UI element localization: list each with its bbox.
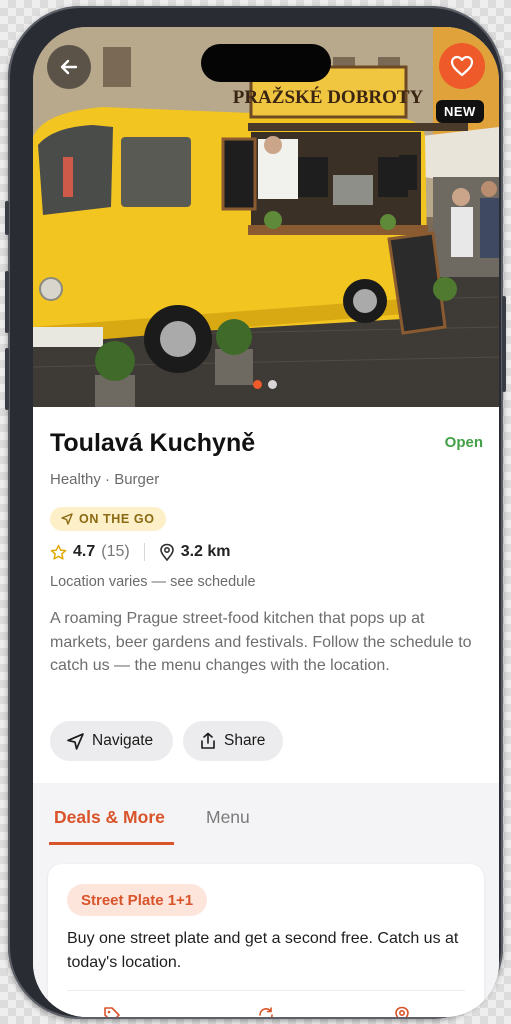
dynamic-island [201,44,331,82]
navigation-arrow-icon [67,732,84,750]
rating-value: 4.7 [73,543,96,560]
navigate-button[interactable]: Navigate [50,721,173,761]
deal-description: Buy one street plate and get a second fr… [67,930,459,971]
carousel-indicator [253,380,277,389]
venue-stats: 4.7 (15) 3.2 km [50,543,231,561]
share-label: Share [224,732,266,749]
navigation-arrow-icon [61,513,73,525]
back-button[interactable] [47,45,91,89]
app-screen: PRAŽSKÉ DOBROTY NEW Toulavá Kuchyně Open… [33,27,499,1017]
venue-name: Toulavá Kuchyně [50,429,256,457]
venue-description: A roaming Prague street-food kitchen tha… [50,610,472,674]
hero-image[interactable]: PRAŽSKÉ DOBROTY NEW [33,27,499,407]
location-pin-icon [159,543,174,561]
tab-menu[interactable]: Menu [206,807,250,828]
phone-frame: PRAŽSKÉ DOBROTY NEW Toulavá Kuchyně Open… [5,6,506,1019]
deals-section: Street Plate 1+1 Buy one street plate an… [33,845,499,1017]
carousel-dot[interactable] [268,380,277,389]
mute-switch [5,201,9,235]
tag-icon [104,1007,120,1017]
new-badge: NEW [436,100,484,123]
on-the-go-label: ON THE GO [79,512,155,526]
open-status: Open [444,434,483,451]
star-icon [50,544,67,560]
volume-down-button [5,348,9,410]
volume-up-button [5,271,9,333]
repeat-icon [259,1007,273,1017]
share-icon [201,732,215,749]
deal-divider [67,990,465,991]
power-button [502,296,506,392]
favorite-button[interactable] [439,43,485,89]
on-the-go-badge: ON THE GO [50,507,166,531]
stats-divider [143,543,145,561]
navigate-label: Navigate [92,732,154,749]
rating-count: (15) [101,543,130,560]
distance-value: 3.2 km [180,543,231,560]
content-tabs: Deals & More Menu [33,783,499,845]
location-pin-icon [395,1006,409,1017]
deal-card[interactable]: Street Plate 1+1 Buy one street plate an… [48,864,484,1017]
venue-info-card: Toulavá Kuchyně Open Healthy · Burger ON… [33,407,499,783]
truck-sign-text: PRAŽSKÉ DOBROTY [233,86,424,108]
carousel-dot-active[interactable] [253,380,262,389]
heart-icon [450,55,474,77]
arrow-left-icon [60,59,78,75]
location-note: Location varies — see schedule [50,574,256,590]
tab-deals-and-more[interactable]: Deals & More [54,807,165,828]
share-button[interactable]: Share [183,721,283,761]
deal-title: Street Plate 1+1 [67,884,208,916]
venue-categories: Healthy · Burger [50,471,160,488]
food-truck-photo: PRAŽSKÉ DOBROTY [33,27,499,407]
